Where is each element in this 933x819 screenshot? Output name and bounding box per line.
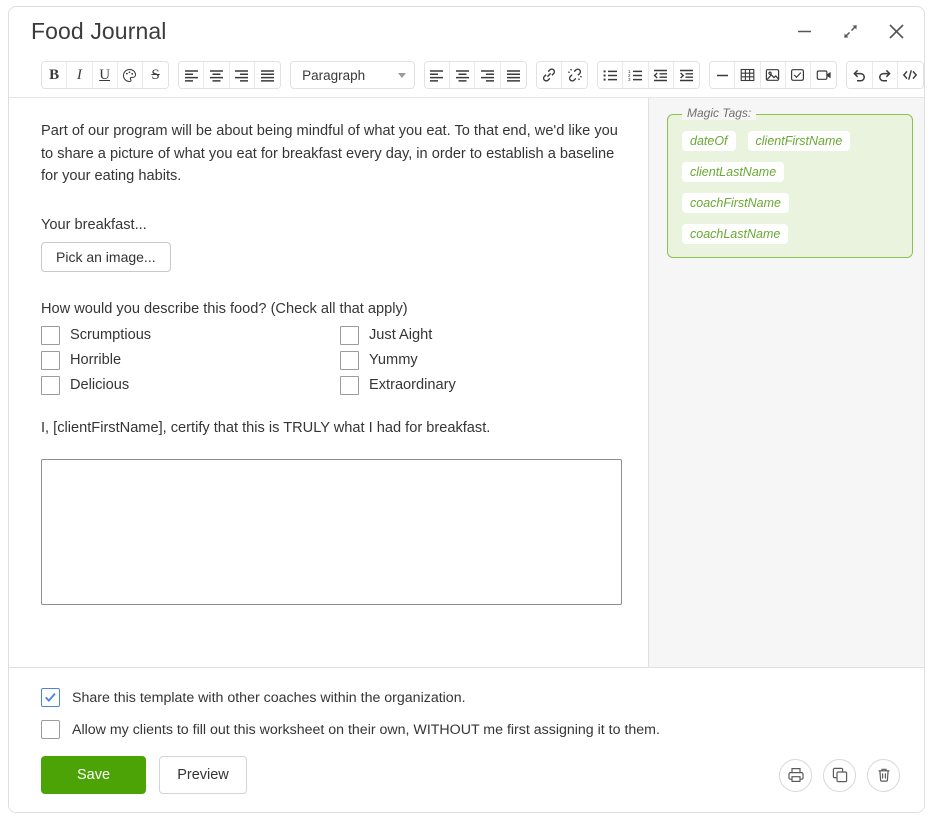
print-button[interactable]	[779, 758, 812, 792]
free-response-textarea[interactable]	[41, 458, 622, 605]
remove-link-button[interactable]	[561, 62, 588, 88]
editor-body: Part of our program will be about being …	[9, 97, 924, 667]
checkbox-box[interactable]	[41, 375, 60, 395]
checkbox-box[interactable]	[340, 375, 359, 395]
toolbar-group-insert	[709, 61, 838, 89]
checkbox-option[interactable]: Horrible	[41, 350, 340, 370]
checkbox-box[interactable]	[41, 350, 60, 370]
worksheet-editor-window: Food Journal B I U S Paragraph 1 2 3 Par…	[8, 6, 925, 813]
checkbox-option[interactable]: Extraordinary	[340, 375, 622, 395]
align-left-button-2[interactable]	[424, 62, 451, 88]
editor-toolbar: B I U S Paragraph 1 2 3	[9, 59, 924, 91]
insert-video-button[interactable]	[811, 62, 837, 88]
indent-button[interactable]	[673, 62, 700, 88]
pick-image-button[interactable]: Pick an image...	[41, 241, 171, 272]
intro-paragraph: Part of our program will be about being …	[41, 123, 618, 184]
insert-link-button[interactable]	[536, 62, 562, 88]
close-button[interactable]	[876, 13, 916, 49]
checkbox-label: Scrumptious	[70, 327, 152, 343]
toolbar-group-alignment-2	[423, 61, 527, 89]
food-description-checkbox-group: Scrumptious Just Aight Horrible Yummy De…	[41, 325, 622, 395]
checkbox-label: Horrible	[70, 352, 122, 368]
checkbox-box[interactable]	[340, 325, 359, 345]
minimize-button[interactable]	[784, 13, 824, 49]
window-controls	[784, 13, 916, 49]
preview-button[interactable]: Preview	[159, 756, 247, 794]
checkbox-box[interactable]	[340, 350, 359, 370]
checkbox-label: Just Aight	[369, 327, 433, 343]
paragraph-format-select[interactable]: Paragraph	[290, 61, 415, 89]
checkbox-box[interactable]	[41, 720, 60, 739]
describe-question-label: How would you describe this food? (Check…	[41, 300, 408, 317]
align-center-button[interactable]	[204, 62, 230, 88]
redo-button[interactable]	[872, 62, 898, 88]
magic-tags-list: dateOf clientFirstName clientLastName co…	[682, 131, 900, 244]
restore-button[interactable]	[830, 13, 870, 49]
insert-checkbox-button[interactable]	[785, 62, 812, 88]
horizontal-rule-button[interactable]	[710, 62, 736, 88]
magic-tag-chip[interactable]: dateOf	[682, 131, 736, 151]
delete-button[interactable]	[867, 758, 900, 792]
align-right-button[interactable]	[229, 62, 255, 88]
align-left-button[interactable]	[179, 62, 205, 88]
checkbox-label: Delicious	[70, 377, 130, 393]
toolbar-group-alignment	[178, 61, 282, 89]
align-center-button-2[interactable]	[450, 62, 476, 88]
align-right-button-2[interactable]	[475, 62, 501, 88]
magic-tags-panel: Magic Tags: dateOf clientFirstName clien…	[649, 98, 924, 667]
toolbar-group-lists: 1 2 3	[597, 61, 701, 89]
insert-image-button[interactable]	[760, 62, 786, 88]
checkbox-label: Extraordinary	[369, 377, 456, 393]
footer-actions-row: Save Preview	[41, 756, 900, 794]
italic-button[interactable]: I	[67, 62, 93, 88]
worksheet-content-area[interactable]: Part of our program will be about being …	[9, 98, 649, 667]
align-justify-button[interactable]	[254, 62, 281, 88]
checkbox-box[interactable]	[41, 325, 60, 345]
share-template-checkbox[interactable]: Share this template with other coaches w…	[41, 688, 900, 707]
checkbox-option[interactable]: Just Aight	[340, 325, 622, 345]
self-assign-checkbox[interactable]: Allow my clients to fill out this worksh…	[41, 720, 900, 739]
strikethrough-button[interactable]: S	[143, 62, 169, 88]
title-bar: Food Journal	[9, 7, 924, 55]
chevron-down-icon	[397, 72, 406, 78]
source-code-button[interactable]	[897, 62, 923, 88]
checkbox-option[interactable]: Delicious	[41, 375, 340, 395]
bulleted-list-button[interactable]	[598, 62, 624, 88]
footer-icon-buttons	[779, 758, 900, 792]
numbered-list-button[interactable]: 1 2 3	[623, 62, 649, 88]
breakfast-label: Your breakfast...	[41, 216, 147, 233]
bold-button[interactable]: B	[42, 62, 68, 88]
checkbox-box[interactable]	[41, 688, 60, 707]
checkbox-label: Share this template with other coaches w…	[72, 689, 466, 706]
toolbar-group-link	[535, 61, 589, 89]
magic-tag-chip[interactable]: clientLastName	[682, 162, 785, 182]
svg-text:3: 3	[628, 77, 631, 82]
checkbox-option[interactable]: Yummy	[340, 350, 622, 370]
dialog-footer: Share this template with other coaches w…	[9, 667, 924, 812]
magic-tag-chip[interactable]: coachFirstName	[682, 193, 789, 213]
undo-button[interactable]	[847, 62, 873, 88]
magic-tag-chip[interactable]: clientFirstName	[747, 131, 851, 151]
outdent-button[interactable]	[648, 62, 674, 88]
insert-table-button[interactable]	[735, 62, 761, 88]
checkbox-label: Allow my clients to fill out this worksh…	[72, 721, 660, 738]
page-title: Food Journal	[31, 17, 167, 44]
toolbar-group-text-format: B I U S	[41, 61, 170, 89]
magic-tag-chip[interactable]: coachLastName	[682, 224, 789, 244]
duplicate-button[interactable]	[823, 758, 856, 792]
save-button[interactable]: Save	[41, 756, 146, 794]
toolbar-group-history	[846, 61, 924, 89]
align-justify-button-2[interactable]	[500, 62, 526, 88]
text-color-button[interactable]	[117, 62, 143, 88]
magic-tags-legend: Magic Tags:	[682, 106, 757, 120]
underline-button[interactable]: U	[92, 62, 118, 88]
paragraph-format-value: Paragraph	[302, 67, 366, 83]
certify-statement: I, [clientFirstName], certify that this …	[41, 419, 491, 436]
checkbox-option[interactable]: Scrumptious	[41, 325, 340, 345]
checkbox-label: Yummy	[369, 352, 418, 368]
magic-tags-fieldset: Magic Tags: dateOf clientFirstName clien…	[667, 106, 913, 258]
